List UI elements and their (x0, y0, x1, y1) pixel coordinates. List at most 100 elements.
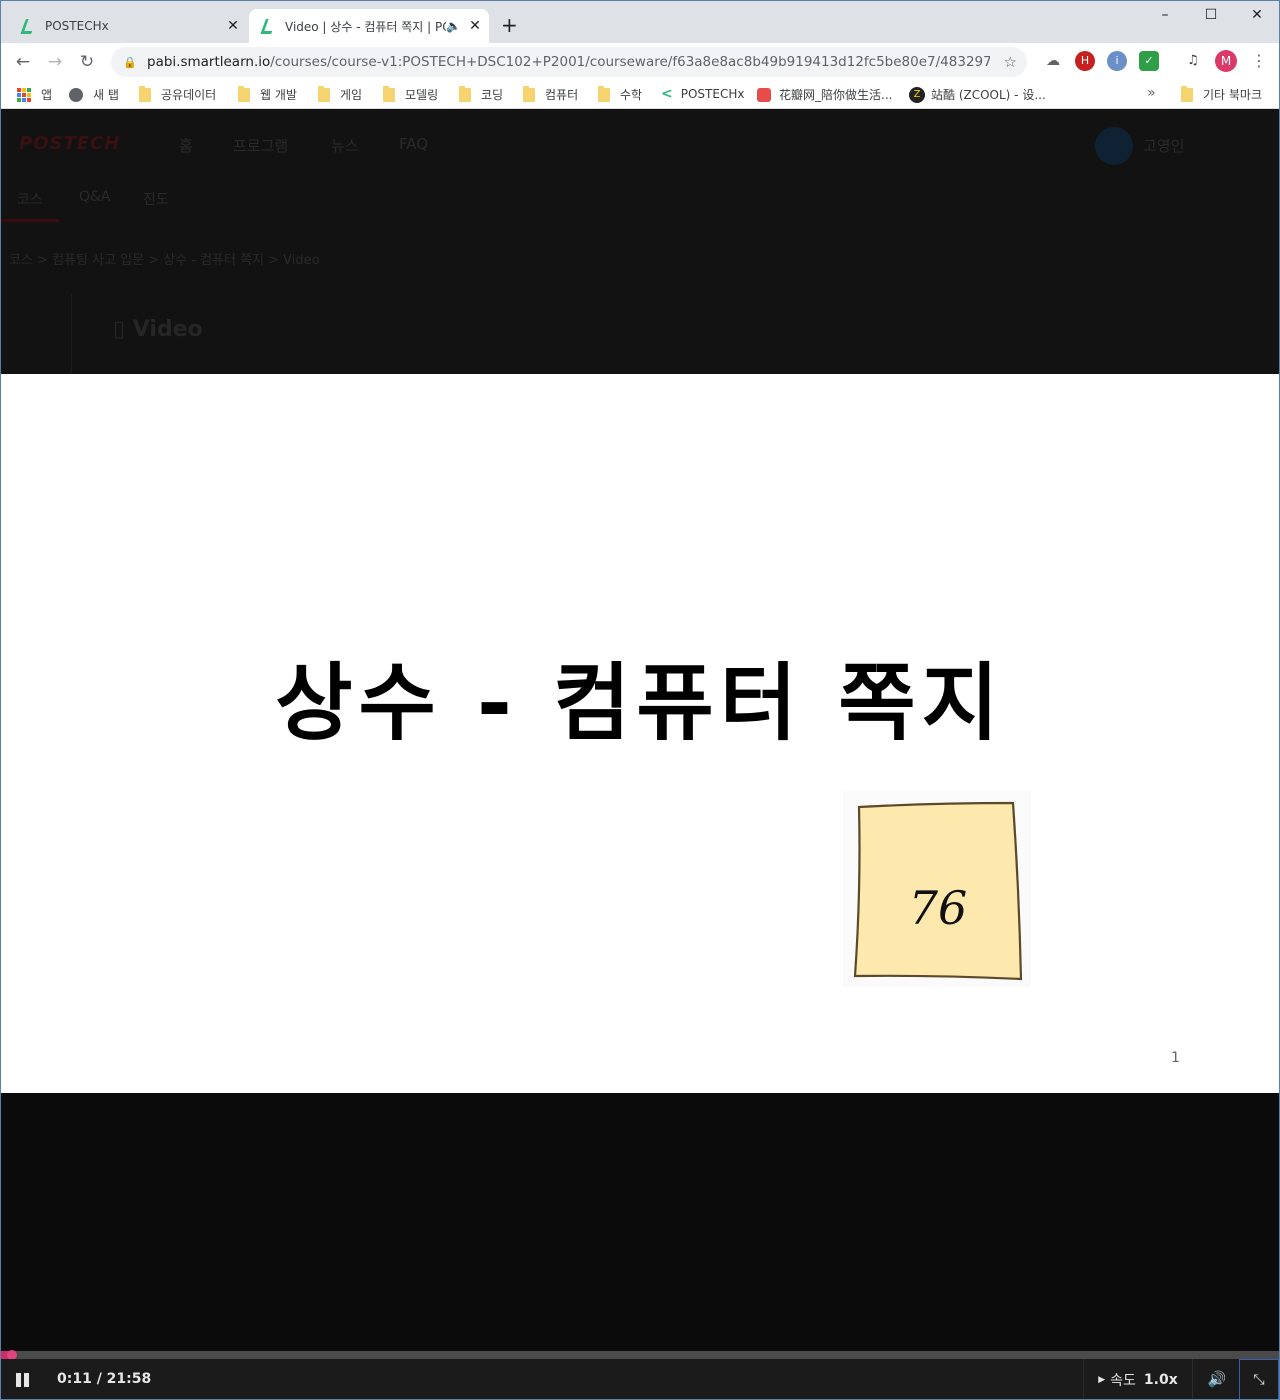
video-controls: 0:11 / 21:58 ▶ 속도 1.0x 🔊 ⤡ (1, 1359, 1279, 1399)
more-bookmarks-chevron[interactable]: » (1147, 85, 1156, 101)
time-display: 0:11 / 21:58 (57, 1371, 152, 1387)
maximize-icon[interactable]: ☐ (1189, 5, 1233, 25)
bookmark-label: 공유데이터 (161, 88, 217, 102)
close-icon[interactable]: ✕ (225, 18, 241, 34)
extension-blue-icon[interactable]: i (1107, 51, 1127, 71)
bookmark-folder[interactable]: 수학 (598, 85, 643, 103)
video-letterbox (1, 1093, 1279, 1351)
volume-button[interactable]: 🔊 (1203, 1370, 1231, 1388)
bookmark-star-icon[interactable]: ☆ (1004, 53, 1017, 71)
bookmark-label: 웹 개발 (260, 88, 297, 102)
bookmark-label: POSTECHx (680, 87, 745, 101)
bookmark-folder[interactable]: 컴퓨터 (523, 85, 579, 103)
postechx-favicon-icon (261, 18, 277, 34)
bookmark-other[interactable]: 기타 북마크 (1181, 85, 1262, 103)
unit-title-text: Video (132, 317, 203, 342)
reload-icon[interactable]: ↻ (71, 52, 103, 72)
folder-icon (383, 85, 395, 102)
user-name: 고영인 (1143, 137, 1185, 155)
speed-button[interactable]: ▶ 속도 1.0x (1083, 1359, 1193, 1399)
speed-value: 1.0x (1143, 1372, 1178, 1388)
bookmark-folder[interactable]: 공유데이터 (139, 85, 217, 103)
tab-postechx[interactable]: POSTECHx ✕ (9, 9, 247, 43)
avatar (1095, 127, 1133, 165)
bookmark-apps[interactable]: 앱 (17, 86, 52, 103)
unit-title: ▯ Video (113, 317, 203, 342)
pause-button[interactable] (13, 1373, 31, 1387)
bookmark-label: 게임 (340, 88, 363, 102)
tab-course: 코스 (17, 192, 43, 208)
tab-title: Video | 상수 - 컴퓨터 쪽지 | POSTECHx (285, 19, 446, 34)
bookmark-zcool[interactable]: Z 站酷 (ZCOOL) - 设... (909, 86, 1046, 103)
postechx-icon: < (661, 86, 673, 102)
apps-icon (17, 87, 31, 102)
caret-right-icon: ▶ (1098, 1375, 1106, 1385)
audio-playing-icon[interactable]: 🔈 (446, 19, 461, 33)
breadcrumb: 코스 > 컴퓨팅 사고 입문 > 상수 - 컴퓨터 쪽지 > Video (9, 253, 320, 268)
bookmark-outline-icon: ▯ (113, 317, 126, 342)
bookmark-label: 花瓣网_陪你做生活... (779, 88, 893, 102)
bookmarks-bar: 앱 새 탭 공유데이터 웹 개발 게임 모델링 코딩 컴퓨터 수학 < POST… (1, 81, 1279, 109)
tab-progress: 진도 (143, 192, 169, 208)
sticky-note-illustration: 76 (843, 791, 1031, 987)
browser-window: POSTECHx ✕ Video | 상수 - 컴퓨터 쪽지 | POSTECH… (0, 0, 1280, 1400)
new-tab-button[interactable]: + (501, 15, 518, 35)
bookmark-folder[interactable]: 웹 개발 (238, 85, 297, 103)
bookmark-label: 모델링 (405, 88, 439, 102)
bookmark-folder[interactable]: 코딩 (459, 85, 503, 103)
lock-icon: 🔒 (123, 55, 137, 69)
huaban-icon (757, 87, 771, 102)
pause-icon (16, 1373, 21, 1387)
folder-icon (139, 85, 151, 102)
postechx-favicon-icon (21, 18, 37, 34)
extension-cloud-icon[interactable]: ☁ (1043, 51, 1063, 71)
bookmark-label: 수학 (620, 88, 643, 102)
forward-arrow-icon[interactable]: → (39, 52, 71, 72)
bookmark-label: 站酷 (ZCOOL) - 设... (931, 88, 1046, 102)
course-page-dimmed: POSTECH 홈 프로그램 뉴스 FAQ 고영인 코스 Q&A 진도 코스 >… (1, 109, 1279, 374)
tab-qna: Q&A (79, 189, 111, 205)
tab-title: POSTECHx (45, 19, 109, 33)
tab-strip: POSTECHx ✕ Video | 상수 - 컴퓨터 쪽지 | POSTECH… (1, 1, 1279, 43)
speed-label: 속도 (1110, 1373, 1136, 1389)
minimize-icon[interactable]: – (1143, 5, 1187, 25)
sticky-note-text: 76 (909, 881, 968, 935)
folder-icon (598, 85, 610, 102)
tab-video[interactable]: Video | 상수 - 컴퓨터 쪽지 | POSTECHx 🔈 ✕ (249, 9, 489, 43)
close-icon[interactable]: ✕ (467, 18, 483, 34)
bookmark-label: 새 탭 (93, 88, 119, 102)
bookmark-huaban[interactable]: 花瓣网_陪你做生活... (757, 86, 892, 103)
folder-icon (1181, 85, 1193, 102)
globe-icon (69, 87, 83, 102)
back-arrow-icon[interactable]: ← (7, 52, 39, 72)
bookmark-label: 컴퓨터 (545, 88, 579, 102)
profile-avatar[interactable]: M (1215, 50, 1237, 72)
nav-program: 프로그램 (233, 137, 289, 155)
nav-home: 홈 (179, 137, 193, 155)
folder-icon (238, 85, 250, 102)
address-bar[interactable]: 🔒 pabi.smartlearn.io /courses/course-v1:… (111, 47, 1027, 77)
window-close-icon[interactable]: ✕ (1235, 5, 1279, 25)
exit-fullscreen-button[interactable]: ⤡ (1239, 1359, 1279, 1399)
folder-icon (523, 85, 535, 102)
extension-shield-icon[interactable]: ✓ (1139, 51, 1159, 71)
extension-red-icon[interactable]: H (1075, 51, 1095, 71)
bookmark-new-tab[interactable]: 새 탭 (69, 86, 119, 103)
menu-dots-icon[interactable]: ⋮ (1251, 51, 1267, 70)
video-frame[interactable]: 상수 - 컴퓨터 쪽지 76 1 (1, 374, 1279, 1093)
bookmark-label: 앱 (41, 88, 53, 102)
media-control-icon[interactable]: ♫ (1183, 51, 1203, 71)
folder-icon (318, 85, 330, 102)
slide-title: 상수 - 컴퓨터 쪽지 (275, 654, 1005, 752)
bookmark-folder[interactable]: 게임 (318, 85, 363, 103)
slide-number: 1 (1171, 1050, 1180, 1066)
video-progress-bar[interactable] (1, 1350, 1279, 1360)
site-logo: POSTECH (19, 133, 121, 154)
nav-faq: FAQ (399, 135, 429, 153)
sticky-note-icon: 76 (853, 801, 1023, 981)
compress-icon: ⤡ (1253, 1372, 1265, 1388)
bookmark-folder[interactable]: 모델링 (383, 85, 439, 103)
bookmark-postechx[interactable]: < POSTECHx (661, 86, 744, 102)
url-path: /courses/course-v1:POSTECH+DSC102+P2001/… (270, 54, 991, 70)
active-tab-indicator (1, 219, 59, 222)
